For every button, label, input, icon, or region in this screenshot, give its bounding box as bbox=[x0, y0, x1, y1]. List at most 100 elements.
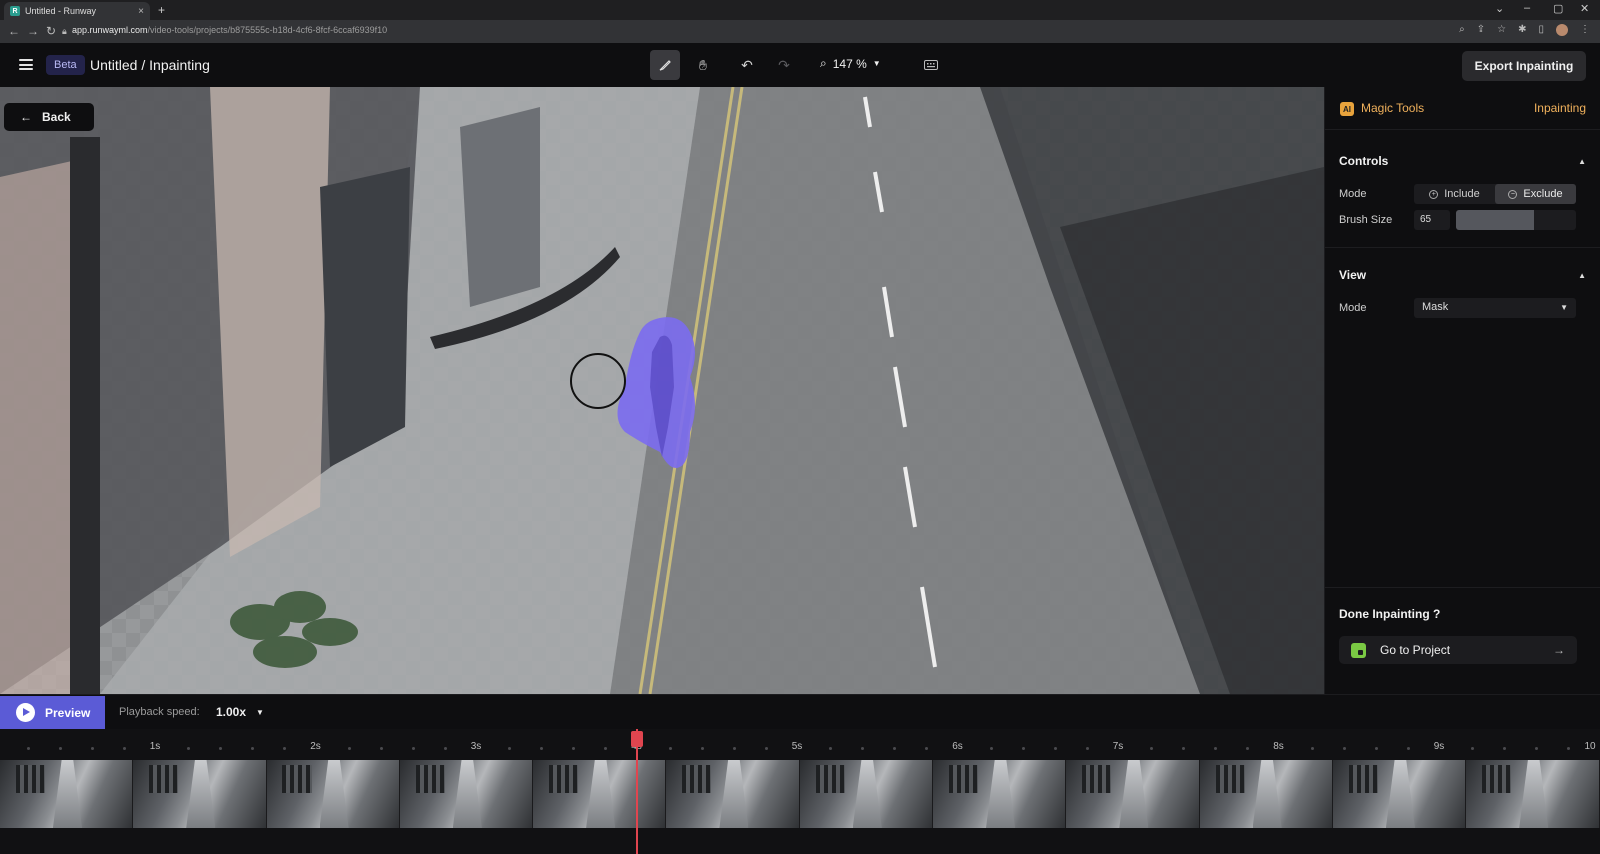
exclude-option[interactable]: − Exclude bbox=[1495, 184, 1576, 204]
view-mode-value: Mask bbox=[1422, 301, 1449, 313]
tick-dot bbox=[1150, 747, 1154, 750]
tick-dot bbox=[122, 747, 126, 750]
plus-circle-icon: + bbox=[1429, 189, 1439, 199]
brush-size-input[interactable]: 65 bbox=[1414, 210, 1450, 230]
tick-dot bbox=[989, 747, 993, 750]
undo-button[interactable]: ↶ bbox=[732, 50, 762, 80]
tick-label: 6s bbox=[952, 741, 963, 752]
tick-dot bbox=[1246, 747, 1250, 750]
keyboard-shortcuts-button[interactable] bbox=[916, 50, 946, 80]
back-nav-icon[interactable]: ← bbox=[8, 24, 20, 38]
preview-button[interactable]: Preview bbox=[0, 696, 105, 729]
chevron-down-icon: ▼ bbox=[1560, 303, 1568, 312]
video-canvas[interactable]: ← Back bbox=[0, 87, 1324, 694]
filmstrip-frame bbox=[533, 760, 667, 828]
tick-dot bbox=[251, 747, 255, 750]
share-icon[interactable]: ⇪ bbox=[1477, 24, 1485, 36]
play-icon bbox=[16, 703, 35, 722]
project-icon bbox=[1351, 642, 1366, 658]
reload-icon[interactable]: ↻ bbox=[46, 24, 56, 38]
export-inpainting-button[interactable]: Export Inpainting bbox=[1462, 51, 1586, 81]
tick-dot bbox=[829, 747, 833, 750]
window-close-icon[interactable]: ✕ bbox=[1580, 2, 1589, 15]
tick-dot bbox=[347, 747, 351, 750]
tick-dot bbox=[1214, 747, 1218, 750]
tick-label: 7s bbox=[1112, 741, 1124, 752]
tick-dot bbox=[187, 747, 191, 750]
filmstrip-frame bbox=[1066, 760, 1200, 828]
project-name[interactable]: Untitled bbox=[90, 57, 137, 73]
filmstrip-frame bbox=[399, 760, 534, 828]
brush-icon bbox=[659, 60, 671, 71]
tick-dot bbox=[540, 747, 544, 750]
keyboard-icon bbox=[924, 60, 938, 70]
tab-title: Untitled - Runway bbox=[25, 6, 97, 16]
zoom-control[interactable]: ⌕ 147 % ▼ bbox=[820, 56, 881, 71]
forward-nav-icon[interactable]: → bbox=[27, 24, 39, 38]
magic-tools-link[interactable]: Magic Tools bbox=[1361, 101, 1424, 115]
redo-icon: ↷ bbox=[778, 56, 790, 73]
collapse-view-icon[interactable]: ▲ bbox=[1578, 271, 1586, 280]
hamburger-menu-icon[interactable] bbox=[19, 59, 33, 70]
sidebar-icon[interactable]: ▯ bbox=[1538, 24, 1544, 36]
tick-dot bbox=[379, 747, 383, 750]
chevron-down-icon: ▼ bbox=[256, 708, 264, 717]
video-frame bbox=[0, 87, 1324, 694]
extensions-icon[interactable]: ✱ bbox=[1518, 24, 1526, 36]
browser-menu-icon[interactable]: ⋮ bbox=[1580, 24, 1590, 36]
go-to-project-button[interactable]: Go to Project → bbox=[1339, 636, 1577, 664]
include-option[interactable]: + Include bbox=[1414, 184, 1495, 204]
tick-dot bbox=[26, 747, 30, 750]
redo-button[interactable]: ↷ bbox=[769, 50, 799, 80]
view-mode-label: Mode bbox=[1339, 302, 1367, 314]
filmstrip-frame bbox=[933, 760, 1067, 828]
tick-dot bbox=[1342, 747, 1346, 750]
ai-badge-icon: AI bbox=[1340, 102, 1354, 116]
filmstrip-frame bbox=[1332, 760, 1467, 828]
url-field[interactable]: app.runwayml.com/video-tools/projects/b8… bbox=[72, 25, 387, 35]
minus-circle-icon: − bbox=[1508, 189, 1518, 199]
tick-dot bbox=[764, 747, 768, 750]
tick-label: 10 bbox=[1584, 741, 1596, 752]
profile-avatar[interactable] bbox=[1556, 24, 1568, 36]
include-label: Include bbox=[1444, 188, 1480, 200]
zoom-value: 147 % bbox=[832, 56, 867, 71]
maximize-icon[interactable]: ▢ bbox=[1553, 2, 1563, 15]
collapse-controls-icon[interactable]: ▲ bbox=[1578, 157, 1586, 166]
keyboard-group bbox=[916, 50, 946, 80]
bookmark-star-icon[interactable]: ☆ bbox=[1497, 24, 1506, 36]
magic-tools-panel: AI Magic Tools Inpainting Controls ▲ Mod… bbox=[1324, 87, 1600, 694]
active-tool-label: Inpainting bbox=[1533, 101, 1586, 115]
tick-dot bbox=[1406, 747, 1410, 750]
brush-size-slider[interactable] bbox=[1456, 210, 1576, 230]
tick-dot bbox=[1021, 747, 1025, 750]
tick-dot bbox=[443, 747, 447, 750]
controls-section-title[interactable]: Controls bbox=[1339, 154, 1388, 168]
hand-tool-button[interactable]: ✋︎ bbox=[688, 50, 718, 80]
arrow-right-icon: → bbox=[1553, 643, 1565, 657]
filmstrip-frame bbox=[666, 760, 800, 828]
timeline[interactable]: 1s2s3s4s5s6s7s8s9s10 bbox=[0, 729, 1600, 854]
view-mode-select[interactable]: Mask ▼ bbox=[1414, 298, 1576, 318]
brush-tool-button[interactable] bbox=[650, 50, 680, 80]
playback-speed-select[interactable]: 1.00x ▼ bbox=[216, 705, 264, 719]
playhead-handle[interactable] bbox=[631, 731, 643, 747]
tick-dot bbox=[668, 747, 672, 750]
back-button[interactable]: ← Back bbox=[4, 103, 94, 131]
tick-label: 1s bbox=[149, 741, 161, 752]
playhead-line[interactable] bbox=[636, 729, 638, 854]
browser-tab[interactable]: R Untitled - Runway × bbox=[4, 2, 150, 20]
view-section-title[interactable]: View bbox=[1339, 268, 1366, 282]
close-tab-icon[interactable]: × bbox=[138, 6, 144, 17]
tick-dot bbox=[861, 747, 865, 750]
zoom-page-icon[interactable]: ⌕ bbox=[1459, 24, 1465, 36]
new-tab-icon[interactable]: + bbox=[158, 3, 165, 17]
url-domain: app.runwayml.com bbox=[72, 25, 148, 35]
tick-dot bbox=[1535, 747, 1539, 750]
divider bbox=[1325, 247, 1600, 248]
minimize-icon[interactable]: – bbox=[1524, 2, 1530, 14]
playback-speed-label: Playback speed: bbox=[119, 706, 200, 718]
mode-label: Mode bbox=[1339, 188, 1367, 200]
tick-dot bbox=[1310, 747, 1314, 750]
tab-search-icon[interactable]: ⌄ bbox=[1495, 2, 1504, 15]
